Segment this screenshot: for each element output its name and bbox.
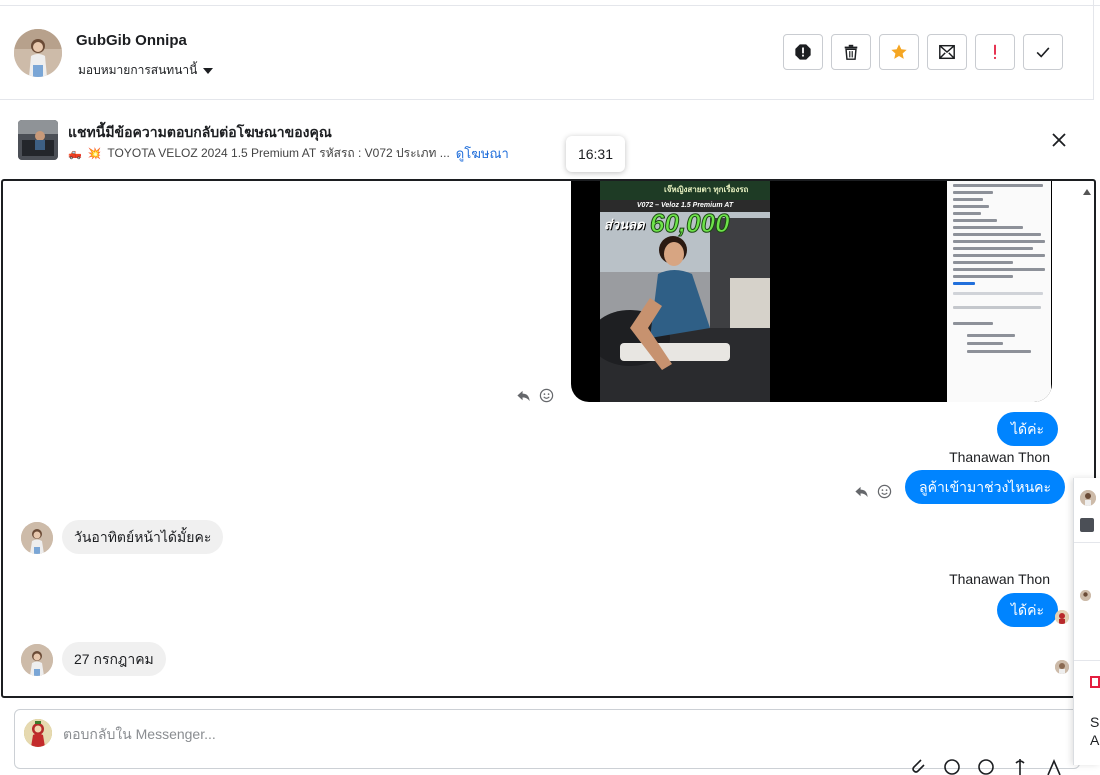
mark-as-spam-button[interactable] (783, 34, 823, 70)
sender-name: Thanawan Thon (949, 449, 1050, 465)
mark-done-button[interactable] (1023, 34, 1063, 70)
vertical-divider (1093, 0, 1094, 100)
incoming-message[interactable]: 27 กรกฎาคม (62, 642, 166, 676)
ad-post-preview[interactable] (947, 181, 1051, 402)
incoming-message[interactable]: วันอาทิตย์หน้าได้มั้ยคะ (62, 520, 224, 554)
spark-icon: 💥 (87, 148, 102, 160)
sender-name: Thanawan Thon (949, 571, 1050, 587)
delete-button[interactable] (831, 34, 871, 70)
seen-avatar (1055, 660, 1069, 674)
ad-sale-amount: 60,000 (650, 208, 731, 239)
reply-icon[interactable] (854, 484, 869, 499)
spam-icon (795, 44, 811, 60)
ad-reply-subtitle: 🛻 💥 TOYOTA VELOZ 2024 1.5 Premium AT รหั… (68, 143, 509, 164)
reply-icon[interactable] (516, 388, 531, 403)
contact-avatar-small[interactable] (21, 522, 53, 554)
contact-avatar-small[interactable] (21, 644, 53, 676)
side-panel-partial: So A (1073, 478, 1100, 765)
ad-video-frame[interactable]: เจ๊หญิงสายตา ทุกเรื่องรถ V072 – Veloz 1.… (600, 181, 770, 402)
assign-label: มอบหมายการสนทนานี้ (78, 63, 198, 77)
car-icon: 🛻 (68, 148, 82, 160)
star-icon (891, 44, 907, 59)
message-thread[interactable]: เจ๊หญิงสายตา ทุกเรื่องรถ V072 – Veloz 1.… (1, 179, 1096, 698)
saved-reply-icon[interactable] (976, 755, 996, 775)
caret-down-icon (203, 67, 214, 74)
mark-important-button[interactable] (975, 34, 1015, 70)
message-actions (516, 388, 554, 403)
header-actions (783, 34, 1063, 70)
panel-divider (1074, 542, 1100, 543)
ad-brand-text: เจ๊หญิงสายตา ทุกเรื่องรถ (664, 185, 749, 194)
mark-unread-icon (939, 44, 955, 60)
outgoing-message[interactable]: ได้ค่ะ (997, 593, 1059, 627)
ad-text: TOYOTA VELOZ 2024 1.5 Premium AT รหัสรถ … (107, 146, 450, 160)
reply-composer (14, 709, 1080, 775)
panel-text: So (1090, 714, 1100, 730)
emoji-reaction-icon[interactable] (877, 484, 892, 499)
panel-text: A (1090, 732, 1100, 748)
emoji-icon[interactable] (942, 755, 962, 775)
scroll-up-arrow-icon[interactable] (1083, 189, 1091, 195)
emoji-reaction-icon[interactable] (539, 388, 554, 403)
assign-conversation-dropdown[interactable]: มอบหมายการสนทนานี้ (78, 61, 214, 80)
shared-ad-media[interactable]: เจ๊หญิงสายตา ทุกเรื่องรถ V072 – Veloz 1.… (571, 181, 1052, 402)
trash-icon (844, 44, 858, 60)
seen-avatar (1055, 610, 1069, 624)
attachment-icon[interactable] (908, 755, 928, 775)
mark-as-unread-button[interactable] (927, 34, 967, 70)
like-icon[interactable] (1044, 755, 1064, 775)
conversation-header: GubGib Onnipa มอบหมายการสนทนานี้ (0, 6, 1093, 100)
outgoing-message[interactable]: ลูค้าเข้ามาช่วงไหนคะ (905, 470, 1066, 504)
contact-name: GubGib Onnipa (76, 32, 187, 49)
outgoing-message[interactable]: ได้ค่ะ (997, 412, 1059, 446)
panel-divider (1074, 660, 1100, 661)
contact-avatar[interactable] (14, 29, 62, 77)
ad-reply-title: แชทนี้มีข้อความตอบกลับต่อโฆษณาของคุณ (68, 124, 332, 140)
check-icon (1036, 47, 1050, 58)
reply-input[interactable] (63, 722, 863, 746)
panel-avatar (1080, 490, 1096, 506)
ad-sale-word: ส่วนลด (604, 217, 645, 232)
panel-alert-icon (1090, 676, 1100, 688)
panel-thumbnail (1080, 518, 1094, 532)
timestamp-tooltip: 16:31 (566, 136, 625, 172)
panel-avatar (1080, 590, 1091, 601)
ad-reply-banner: แชทนี้มีข้อความตอบกลับต่อโฆษณาของคุณ 🛻 💥… (0, 101, 1093, 179)
exclamation-icon (994, 44, 996, 59)
payment-icon[interactable] (1010, 755, 1030, 775)
ad-thumbnail[interactable] (18, 120, 58, 160)
close-icon[interactable] (1050, 131, 1068, 149)
composer-tools (908, 755, 1064, 775)
page-avatar (24, 719, 52, 747)
star-button[interactable] (879, 34, 919, 70)
message-actions (854, 484, 892, 499)
view-ad-link[interactable]: ดูโฆษณา (456, 143, 509, 164)
